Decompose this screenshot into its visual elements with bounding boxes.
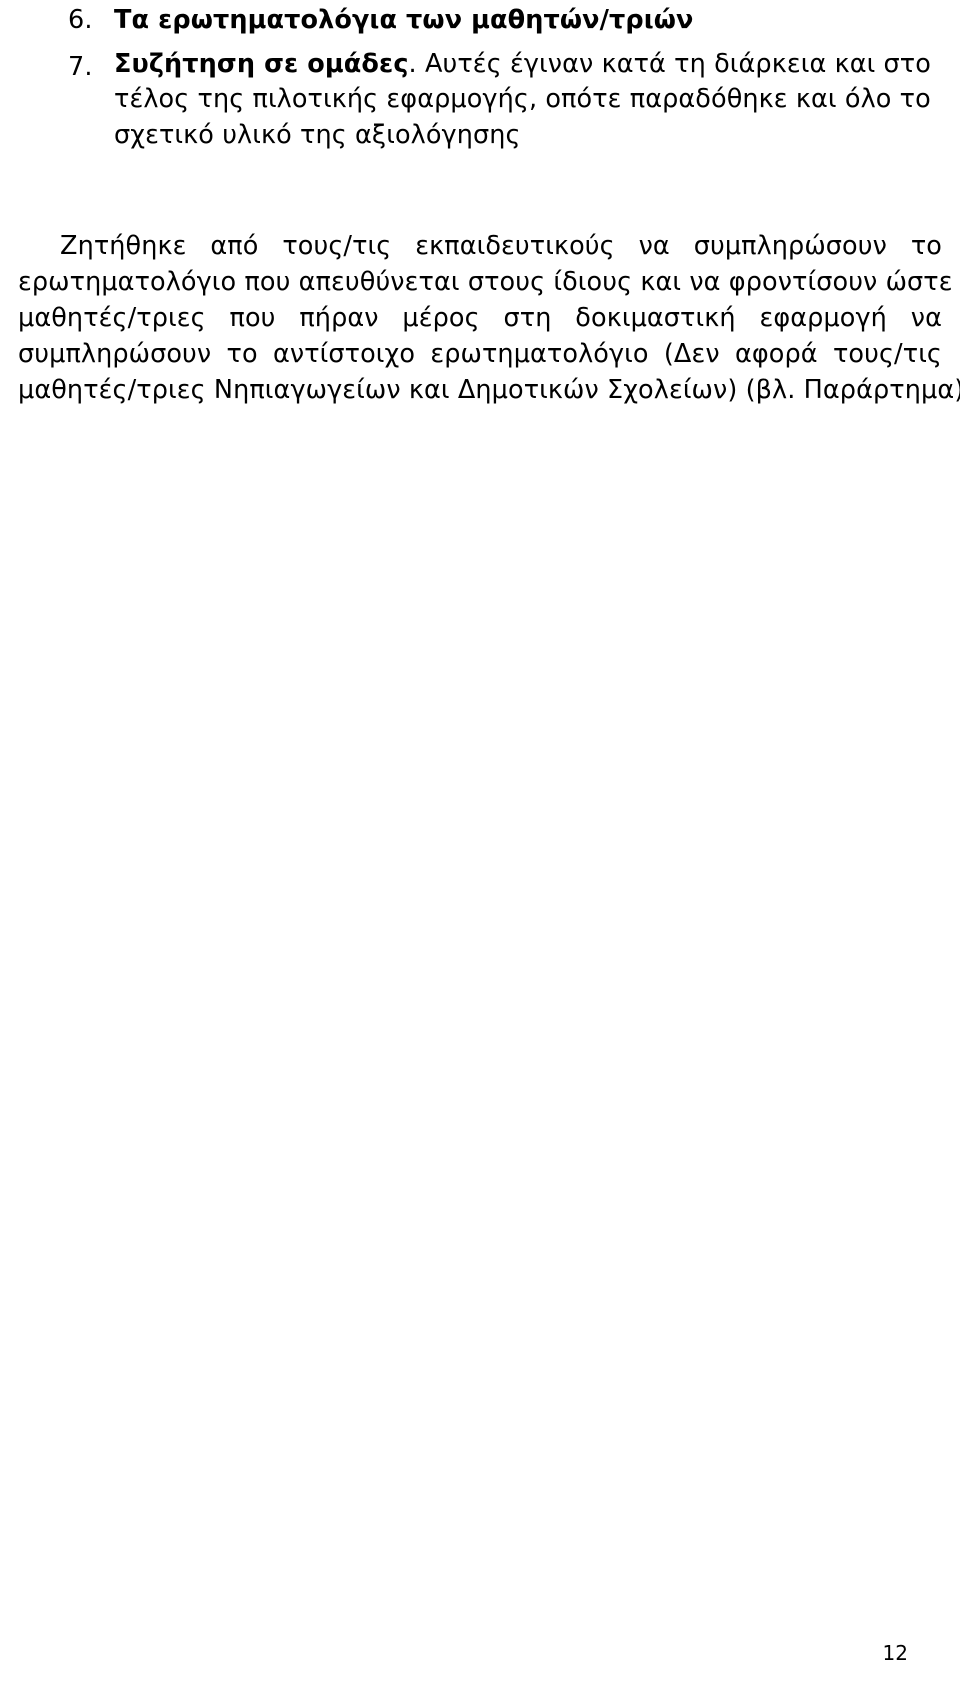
list-item-body: Τα ερωτηματολόγια των μαθητών/τριών xyxy=(114,3,900,39)
paragraph-line: Ζητήθηκε από τους/τις εκπαιδευτικούς να … xyxy=(60,231,942,261)
list-item-marker: 6. xyxy=(68,5,93,35)
list-item-line: τέλος της πιλοτικής εφαρμογής, οπότε παρ… xyxy=(114,84,931,114)
list-item-line: Συζήτηση σε ομάδες. Αυτές έγιναν κατά τη… xyxy=(114,47,931,83)
list-item-body: Συζήτηση σε ομάδες. Αυτές έγιναν κατά τη… xyxy=(114,47,931,154)
paragraph-line: μαθητές/τριες που πήραν μέρος στη δοκιμα… xyxy=(18,303,942,333)
body-paragraph: Ζητήθηκε από τους/τις εκπαιδευτικούς να … xyxy=(0,228,960,408)
list-item-line: σχετικό υλικό της αξιολόγησης xyxy=(114,119,521,150)
list-item: 7. Συζήτηση σε ομάδες. Αυτές έγιναν κατά… xyxy=(0,39,960,154)
paragraph-line: μαθητές/τριες Νηπιαγωγείων και Δημοτικών… xyxy=(18,375,960,405)
list-item: 6. Τα ερωτηματολόγια των μαθητών/τριών xyxy=(0,0,960,39)
document-page: 6. Τα ερωτηματολόγια των μαθητών/τριών 7… xyxy=(0,0,960,1693)
list-item-marker: 7. xyxy=(68,51,93,82)
numbered-list: 6. Τα ερωτηματολόγια των μαθητών/τριών 7… xyxy=(0,0,960,153)
body-paragraph-block: Ζητήθηκε από τους/τις εκπαιδευτικούς να … xyxy=(0,228,960,408)
list-item-title: Τα ερωτηματολόγια των μαθητών/τριών xyxy=(114,5,694,35)
list-item-text-segment: . Αυτές έγιναν κατά τη διάρκεια και στο xyxy=(408,48,931,79)
paragraph-line: συμπληρώσουν το αντίστοιχο ερωτηματολόγι… xyxy=(18,339,942,369)
paragraph-line: ερωτηματολόγιο που απευθύνεται στους ίδι… xyxy=(18,267,960,297)
page-number: 12 xyxy=(882,1641,908,1665)
list-item-title: Συζήτηση σε ομάδες xyxy=(114,48,409,79)
